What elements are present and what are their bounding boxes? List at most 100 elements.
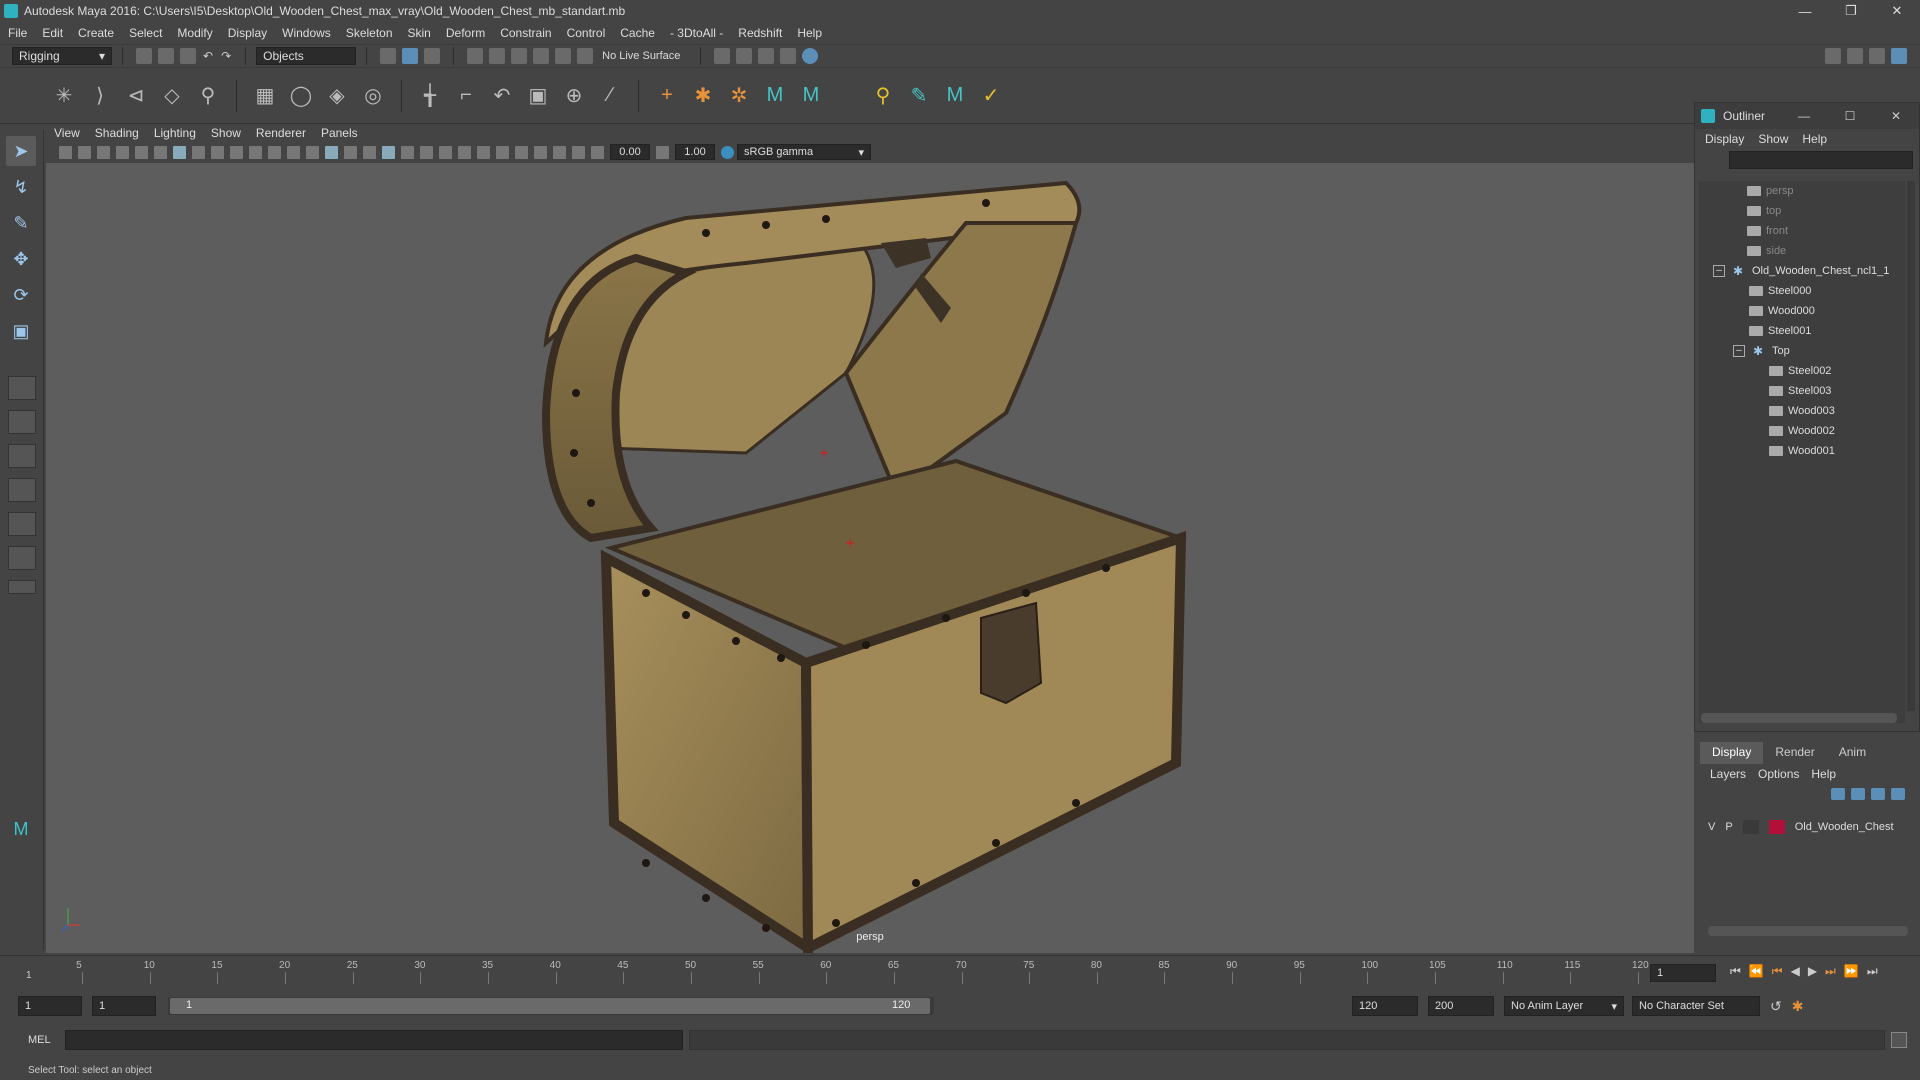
menu-3dtoall[interactable]: - 3DtoAll - [670, 26, 723, 40]
menu-edit[interactable]: Edit [42, 26, 63, 40]
film-gate-icon[interactable] [192, 145, 205, 159]
script-editor-icon[interactable] [1890, 1032, 1907, 1048]
resolution-gate-icon[interactable] [211, 145, 224, 159]
outliner-item-wood002[interactable]: Wood002 [1769, 421, 1835, 441]
menu-skeleton[interactable]: Skeleton [346, 26, 393, 40]
render-frame-icon[interactable] [736, 48, 753, 64]
menu-skin[interactable]: Skin [408, 26, 431, 40]
layer-row[interactable]: V P Old_Wooden_Chest [1708, 818, 1914, 836]
two-d-pan-icon[interactable] [135, 145, 148, 159]
exposure-field[interactable]: 0.00 [610, 144, 650, 160]
menu-redshift[interactable]: Redshift [738, 26, 782, 40]
move-tool-icon[interactable]: ✥ [6, 244, 36, 274]
select-by-component-icon[interactable] [424, 48, 441, 64]
bind-skin-icon[interactable]: ╅ [416, 82, 444, 110]
modeling-toolkit-icon[interactable] [1825, 48, 1841, 64]
outliner-horizontal-scrollbar[interactable] [1701, 713, 1897, 723]
redo-icon[interactable]: ↷ [221, 49, 231, 63]
default-lighting-icon[interactable] [344, 145, 357, 159]
render-view-icon[interactable] [714, 48, 731, 64]
exposure-icon[interactable] [591, 145, 604, 159]
snap-view-plane-icon[interactable] [533, 48, 550, 64]
select-by-object-type-icon[interactable] [402, 48, 419, 64]
isolate-select-icon[interactable] [515, 145, 528, 159]
orient-joint-icon[interactable]: ⚲ [194, 82, 222, 110]
panel-menu-view[interactable]: View [54, 126, 80, 140]
layer-type-toggle[interactable] [1742, 820, 1759, 834]
set-driven-key-icon[interactable]: ⚲ [869, 82, 897, 110]
layer-color-swatch[interactable] [1768, 820, 1785, 834]
live-surface-field[interactable]: No Live Surface [602, 50, 680, 62]
cluster-icon[interactable]: ◯ [287, 82, 315, 110]
depth-of-field-icon[interactable] [496, 145, 509, 159]
snap-surface-icon[interactable] [555, 48, 572, 64]
end-time-field[interactable]: 200 [1428, 996, 1494, 1016]
current-frame-field[interactable]: 1 [1650, 964, 1716, 982]
paint-weights-icon[interactable]: ▣ [524, 82, 552, 110]
new-scene-icon[interactable] [136, 48, 152, 64]
playback-start-field[interactable]: 1 [92, 996, 156, 1016]
menu-display[interactable]: Display [228, 26, 267, 40]
safe-title-icon[interactable] [287, 145, 300, 159]
outliner-item-wood003[interactable]: Wood003 [1769, 401, 1835, 421]
open-scene-icon[interactable] [158, 48, 174, 64]
outliner-item-wood000[interactable]: Wood000 [1749, 301, 1815, 321]
hik-icon[interactable]: M [761, 82, 789, 110]
attribute-editor-icon[interactable] [1847, 48, 1863, 64]
wire-deformer-icon[interactable]: ◎ [359, 82, 387, 110]
rotate-tool-icon[interactable]: ⟳ [6, 280, 36, 310]
layer-menu-options[interactable]: Options [1758, 767, 1799, 781]
snap-curve-icon[interactable] [489, 48, 506, 64]
play-forwards-icon[interactable]: ▶ [1808, 964, 1817, 979]
menu-deform[interactable]: Deform [446, 26, 485, 40]
start-time-field[interactable]: 1 [18, 996, 82, 1016]
tool-settings-icon[interactable] [1869, 48, 1885, 64]
sculpt-deformer-icon[interactable]: ✎ [905, 82, 933, 110]
undo-icon[interactable]: ↶ [203, 49, 213, 63]
camera-attributes-icon[interactable] [78, 145, 91, 159]
collapse-icon[interactable]: – [1733, 345, 1745, 357]
gamma-field[interactable]: 1.00 [675, 144, 715, 160]
channel-box-icon[interactable] [1891, 48, 1907, 64]
panel-menu-show[interactable]: Show [211, 126, 241, 140]
remove-influence-icon[interactable]: ∕ [596, 82, 624, 110]
hypershade-layout-icon[interactable] [8, 546, 36, 570]
screen-space-ao-icon[interactable] [439, 145, 452, 159]
wireframe-on-shaded-icon[interactable] [363, 145, 376, 159]
tab-display[interactable]: Display [1700, 742, 1764, 764]
textured-icon[interactable] [382, 145, 395, 159]
gamma-icon[interactable] [656, 145, 669, 159]
menu-help[interactable]: Help [797, 26, 822, 40]
multisample-aa-icon[interactable] [477, 145, 490, 159]
ik-spline-icon[interactable]: ⊲ [122, 82, 150, 110]
shadows-icon[interactable] [420, 145, 433, 159]
joint-tool-icon[interactable]: ✳ [50, 82, 78, 110]
collapse-icon[interactable]: – [1713, 265, 1725, 277]
range-slider[interactable]: 1 120 [168, 997, 934, 1015]
save-scene-icon[interactable] [180, 48, 196, 64]
outliner-item-steel002[interactable]: Steel002 [1769, 361, 1831, 381]
play-backwards-icon[interactable]: ◀ [1791, 964, 1800, 979]
camera-select-icon[interactable] [59, 145, 72, 159]
outliner-item-wood001[interactable]: Wood001 [1769, 441, 1835, 461]
close-button[interactable]: ✕ [1874, 0, 1920, 22]
gate-mask-icon[interactable] [230, 145, 243, 159]
menu-select[interactable]: Select [129, 26, 162, 40]
layer-menu-layers[interactable]: Layers [1710, 767, 1746, 781]
point-constraint-icon[interactable]: ✱ [689, 82, 717, 110]
bookmark-icon[interactable] [97, 145, 110, 159]
snap-point-icon[interactable] [511, 48, 528, 64]
select-by-hierarchy-icon[interactable] [380, 48, 397, 64]
outliner-item-chest-group[interactable]: – ✱ Old_Wooden_Chest_ncl1_1 [1713, 261, 1889, 281]
time-ruler[interactable]: 5 10 15 20 25 30 35 40 45 50 55 60 65 70 75 80 85 90 95 100… [28, 956, 1649, 986]
new-layer-icon[interactable] [1871, 788, 1885, 800]
field-chart-icon[interactable] [249, 145, 262, 159]
xray-active-icon[interactable] [553, 145, 566, 159]
scale-tool-icon[interactable]: ▣ [6, 316, 36, 346]
layer-menu-help[interactable]: Help [1811, 767, 1836, 781]
maya-shelf-icon[interactable]: M [941, 82, 969, 110]
motion-blur-icon[interactable] [458, 145, 471, 159]
outliner-item-persp[interactable]: persp [1747, 181, 1794, 201]
collapse-layouts-icon[interactable] [8, 580, 36, 594]
menu-file[interactable]: File [8, 26, 27, 40]
